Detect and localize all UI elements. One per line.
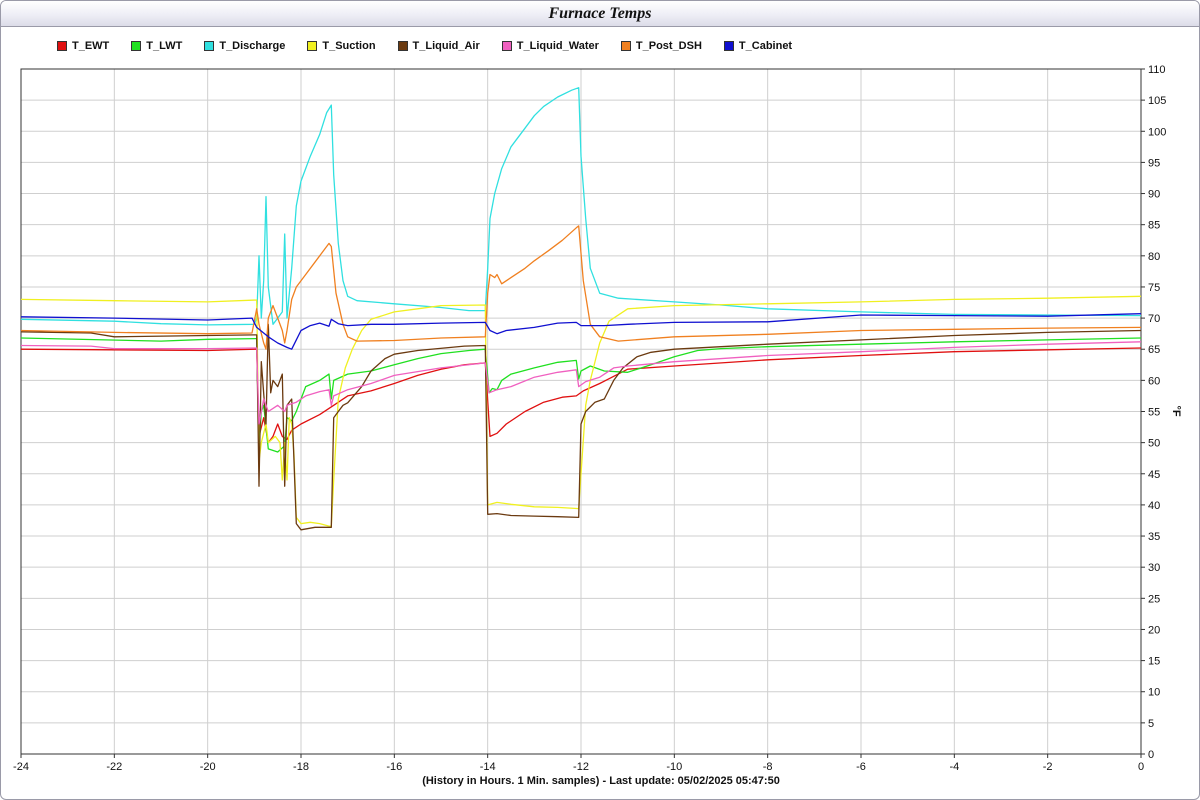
- y-tick-label: 110: [1148, 64, 1166, 76]
- y-tick-label: 50: [1148, 438, 1160, 450]
- x-tick-label: -18: [293, 761, 309, 773]
- chart-window: Furnace Temps T_EWT T_LWT T_Discharge T_Suc…: [0, 0, 1200, 800]
- y-tick-label: 65: [1148, 344, 1160, 356]
- y-tick-label: 20: [1148, 624, 1160, 636]
- y-tick-label: 5: [1148, 718, 1154, 730]
- y-tick-label: 80: [1148, 251, 1160, 263]
- y-tick-label: 55: [1148, 407, 1160, 419]
- x-tick-label: -6: [856, 761, 866, 773]
- y-tick-label: 10: [1148, 687, 1160, 699]
- y-tick-label: 75: [1148, 282, 1160, 294]
- y-tick-label: 70: [1148, 313, 1160, 325]
- x-tick-label: -4: [949, 761, 959, 773]
- x-tick-label: -10: [666, 761, 682, 773]
- y-tick-label: 35: [1148, 531, 1160, 543]
- y-axis-label: °F: [1170, 405, 1182, 416]
- y-tick-label: 60: [1148, 375, 1160, 387]
- x-tick-label: -12: [573, 761, 589, 773]
- x-tick-label: -16: [386, 761, 402, 773]
- x-tick-label: -20: [200, 761, 216, 773]
- y-tick-label: 105: [1148, 95, 1166, 107]
- x-tick-label: -2: [1043, 761, 1053, 773]
- y-tick-label: 0: [1148, 749, 1154, 761]
- y-tick-label: 45: [1148, 469, 1160, 481]
- y-tick-label: 95: [1148, 157, 1160, 169]
- x-tick-label: -14: [480, 761, 496, 773]
- y-tick-label: 100: [1148, 126, 1166, 138]
- y-tick-label: 40: [1148, 500, 1160, 512]
- line-chart: 0 5 10 15 20 25 30 35 40 45 50 55 60 65 70 75 80 85 90 95 10…: [13, 64, 1182, 773]
- y-tick-label: 30: [1148, 562, 1160, 574]
- y-tick-label: 15: [1148, 656, 1160, 668]
- x-axis-label: (History in Hours. 1 Min. samples) - Las…: [422, 775, 780, 787]
- y-tick-label: 25: [1148, 593, 1160, 605]
- x-tick-label: 0: [1138, 761, 1144, 773]
- x-tick-label: -24: [13, 761, 29, 773]
- x-tick-label: -8: [763, 761, 773, 773]
- y-tick-label: 85: [1148, 220, 1160, 232]
- y-tick-label: 90: [1148, 189, 1160, 201]
- x-tick-label: -22: [106, 761, 122, 773]
